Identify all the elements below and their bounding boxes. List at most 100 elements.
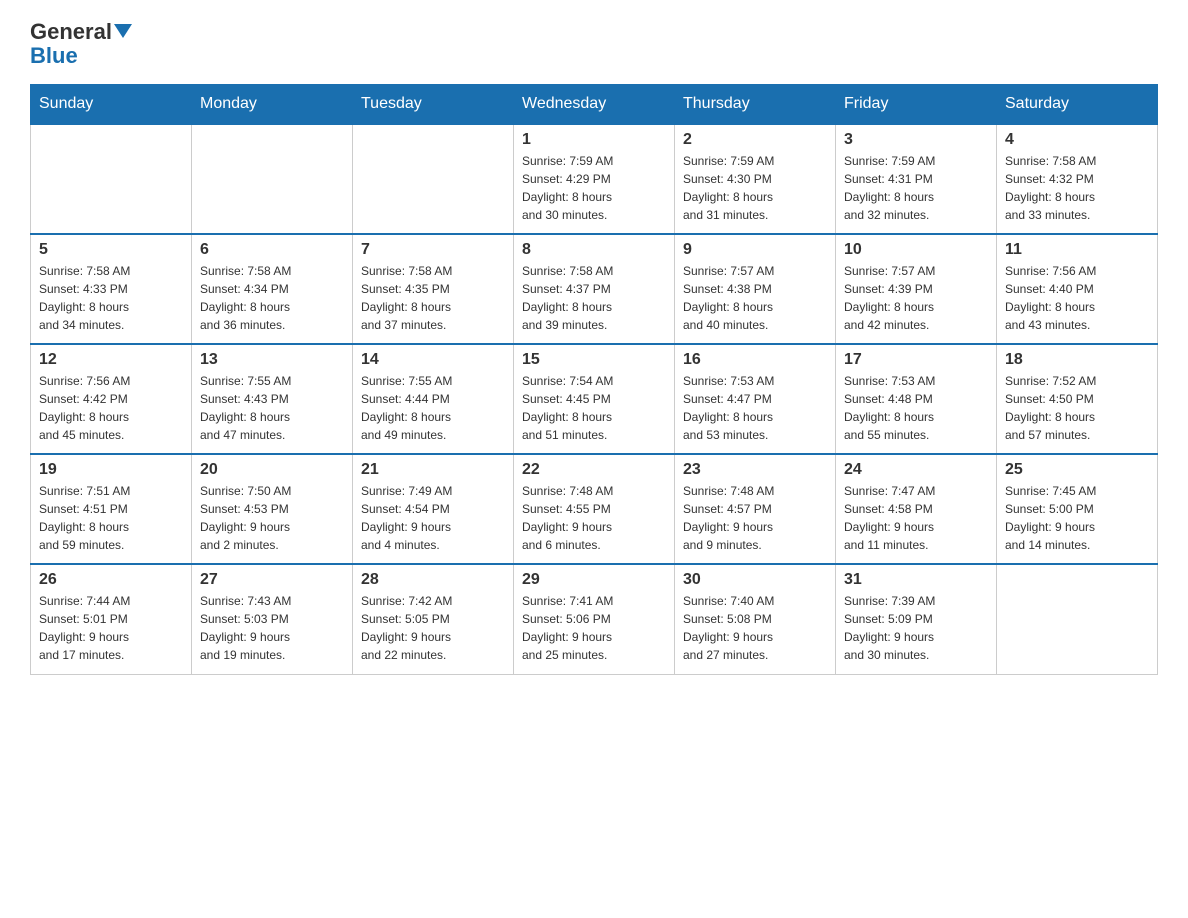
calendar-table: SundayMondayTuesdayWednesdayThursdayFrid… bbox=[30, 84, 1158, 675]
day-number: 20 bbox=[200, 461, 344, 479]
day-number: 21 bbox=[361, 461, 505, 479]
day-number: 22 bbox=[522, 461, 666, 479]
calendar-week-row: 5Sunrise: 7:58 AM Sunset: 4:33 PM Daylig… bbox=[31, 234, 1158, 344]
day-number: 24 bbox=[844, 461, 988, 479]
logo-text: GeneralBlue bbox=[30, 20, 132, 68]
column-header-tuesday: Tuesday bbox=[353, 85, 514, 125]
day-info: Sunrise: 7:48 AM Sunset: 4:55 PM Dayligh… bbox=[522, 482, 666, 554]
day-number: 6 bbox=[200, 241, 344, 259]
day-number: 31 bbox=[844, 571, 988, 589]
day-number: 25 bbox=[1005, 461, 1149, 479]
calendar-cell: 23 Sunrise: 7:48 AM Sunset: 4:57 PM Dayli… bbox=[675, 454, 836, 564]
calendar-cell: 7 Sunrise: 7:58 AM Sunset: 4:35 PM Daylig… bbox=[353, 234, 514, 344]
day-info: Sunrise: 7:58 AM Sunset: 4:34 PM Dayligh… bbox=[200, 262, 344, 334]
calendar-cell: 30 Sunrise: 7:40 AM Sunset: 5:08 PM Dayli… bbox=[675, 564, 836, 674]
day-number: 18 bbox=[1005, 351, 1149, 369]
calendar-cell: 16 Sunrise: 7:53 AM Sunset: 4:47 PM Dayli… bbox=[675, 344, 836, 454]
calendar-cell: 15 Sunrise: 7:54 AM Sunset: 4:45 PM Dayli… bbox=[514, 344, 675, 454]
day-info: Sunrise: 7:59 AM Sunset: 4:31 PM Dayligh… bbox=[844, 152, 988, 224]
calendar-cell: 26Sunrise: 7:44 AM Sunset: 5:01 PM Dayli… bbox=[31, 564, 192, 674]
calendar-cell: 5Sunrise: 7:58 AM Sunset: 4:33 PM Daylig… bbox=[31, 234, 192, 344]
day-info: Sunrise: 7:51 AM Sunset: 4:51 PM Dayligh… bbox=[39, 482, 183, 554]
calendar-cell: 18Sunrise: 7:52 AM Sunset: 4:50 PM Dayli… bbox=[997, 344, 1158, 454]
day-info: Sunrise: 7:54 AM Sunset: 4:45 PM Dayligh… bbox=[522, 372, 666, 444]
calendar-cell: 1 Sunrise: 7:59 AM Sunset: 4:29 PM Daylig… bbox=[514, 124, 675, 234]
calendar-week-row: 26Sunrise: 7:44 AM Sunset: 5:01 PM Dayli… bbox=[31, 564, 1158, 674]
calendar-cell: 31Sunrise: 7:39 AM Sunset: 5:09 PM Dayli… bbox=[836, 564, 997, 674]
calendar-cell: 28 Sunrise: 7:42 AM Sunset: 5:05 PM Dayli… bbox=[353, 564, 514, 674]
day-number: 27 bbox=[200, 571, 344, 589]
day-number: 2 bbox=[683, 131, 827, 149]
day-number: 19 bbox=[39, 461, 183, 479]
calendar-cell: 9 Sunrise: 7:57 AM Sunset: 4:38 PM Daylig… bbox=[675, 234, 836, 344]
calendar-cell: 6 Sunrise: 7:58 AM Sunset: 4:34 PM Daylig… bbox=[192, 234, 353, 344]
logo-triangle-icon bbox=[114, 24, 132, 38]
day-number: 8 bbox=[522, 241, 666, 259]
calendar-cell bbox=[997, 564, 1158, 674]
calendar-cell bbox=[192, 124, 353, 234]
calendar-cell: 13 Sunrise: 7:55 AM Sunset: 4:43 PM Dayli… bbox=[192, 344, 353, 454]
day-number: 15 bbox=[522, 351, 666, 369]
calendar-cell: 14 Sunrise: 7:55 AM Sunset: 4:44 PM Dayli… bbox=[353, 344, 514, 454]
calendar-cell: 8 Sunrise: 7:58 AM Sunset: 4:37 PM Daylig… bbox=[514, 234, 675, 344]
calendar-cell: 17 Sunrise: 7:53 AM Sunset: 4:48 PM Dayli… bbox=[836, 344, 997, 454]
day-number: 17 bbox=[844, 351, 988, 369]
calendar-cell: 11 Sunrise: 7:56 AM Sunset: 4:40 PM Dayli… bbox=[997, 234, 1158, 344]
day-info: Sunrise: 7:58 AM Sunset: 4:32 PM Dayligh… bbox=[1005, 152, 1149, 224]
day-number: 26 bbox=[39, 571, 183, 589]
day-info: Sunrise: 7:45 AM Sunset: 5:00 PM Dayligh… bbox=[1005, 482, 1149, 554]
calendar-cell: 21Sunrise: 7:49 AM Sunset: 4:54 PM Dayli… bbox=[353, 454, 514, 564]
column-header-saturday: Saturday bbox=[997, 85, 1158, 125]
column-header-thursday: Thursday bbox=[675, 85, 836, 125]
day-info: Sunrise: 7:57 AM Sunset: 4:38 PM Dayligh… bbox=[683, 262, 827, 334]
calendar-cell: 4Sunrise: 7:58 AM Sunset: 4:32 PM Daylig… bbox=[997, 124, 1158, 234]
day-number: 16 bbox=[683, 351, 827, 369]
calendar-cell: 29Sunrise: 7:41 AM Sunset: 5:06 PM Dayli… bbox=[514, 564, 675, 674]
calendar-cell: 10Sunrise: 7:57 AM Sunset: 4:39 PM Dayli… bbox=[836, 234, 997, 344]
calendar-cell: 24 Sunrise: 7:47 AM Sunset: 4:58 PM Dayli… bbox=[836, 454, 997, 564]
day-info: Sunrise: 7:42 AM Sunset: 5:05 PM Dayligh… bbox=[361, 592, 505, 664]
day-number: 13 bbox=[200, 351, 344, 369]
day-info: Sunrise: 7:47 AM Sunset: 4:58 PM Dayligh… bbox=[844, 482, 988, 554]
day-info: Sunrise: 7:58 AM Sunset: 4:37 PM Dayligh… bbox=[522, 262, 666, 334]
calendar-cell: 27Sunrise: 7:43 AM Sunset: 5:03 PM Dayli… bbox=[192, 564, 353, 674]
column-header-wednesday: Wednesday bbox=[514, 85, 675, 125]
calendar-week-row: 12Sunrise: 7:56 AM Sunset: 4:42 PM Dayli… bbox=[31, 344, 1158, 454]
day-number: 3 bbox=[844, 131, 988, 149]
calendar-cell bbox=[353, 124, 514, 234]
calendar-week-row: 19 Sunrise: 7:51 AM Sunset: 4:51 PM Dayli… bbox=[31, 454, 1158, 564]
day-info: Sunrise: 7:59 AM Sunset: 4:30 PM Dayligh… bbox=[683, 152, 827, 224]
day-info: Sunrise: 7:58 AM Sunset: 4:35 PM Dayligh… bbox=[361, 262, 505, 334]
calendar-cell: 25 Sunrise: 7:45 AM Sunset: 5:00 PM Dayli… bbox=[997, 454, 1158, 564]
day-info: Sunrise: 7:41 AM Sunset: 5:06 PM Dayligh… bbox=[522, 592, 666, 664]
calendar-cell: 22 Sunrise: 7:48 AM Sunset: 4:55 PM Dayli… bbox=[514, 454, 675, 564]
day-number: 1 bbox=[522, 131, 666, 149]
day-info: Sunrise: 7:50 AM Sunset: 4:53 PM Dayligh… bbox=[200, 482, 344, 554]
day-info: Sunrise: 7:59 AM Sunset: 4:29 PM Dayligh… bbox=[522, 152, 666, 224]
day-number: 9 bbox=[683, 241, 827, 259]
day-info: Sunrise: 7:53 AM Sunset: 4:47 PM Dayligh… bbox=[683, 372, 827, 444]
calendar-cell: 19 Sunrise: 7:51 AM Sunset: 4:51 PM Dayli… bbox=[31, 454, 192, 564]
day-info: Sunrise: 7:55 AM Sunset: 4:44 PM Dayligh… bbox=[361, 372, 505, 444]
day-number: 30 bbox=[683, 571, 827, 589]
column-header-monday: Monday bbox=[192, 85, 353, 125]
calendar-cell: 20 Sunrise: 7:50 AM Sunset: 4:53 PM Dayli… bbox=[192, 454, 353, 564]
day-number: 28 bbox=[361, 571, 505, 589]
calendar-cell: 12Sunrise: 7:56 AM Sunset: 4:42 PM Dayli… bbox=[31, 344, 192, 454]
column-header-friday: Friday bbox=[836, 85, 997, 125]
day-info: Sunrise: 7:48 AM Sunset: 4:57 PM Dayligh… bbox=[683, 482, 827, 554]
day-number: 14 bbox=[361, 351, 505, 369]
day-info: Sunrise: 7:40 AM Sunset: 5:08 PM Dayligh… bbox=[683, 592, 827, 664]
day-number: 11 bbox=[1005, 241, 1149, 259]
calendar-cell bbox=[31, 124, 192, 234]
calendar-header-row: SundayMondayTuesdayWednesdayThursdayFrid… bbox=[31, 85, 1158, 125]
calendar-cell: 3 Sunrise: 7:59 AM Sunset: 4:31 PM Daylig… bbox=[836, 124, 997, 234]
day-info: Sunrise: 7:56 AM Sunset: 4:40 PM Dayligh… bbox=[1005, 262, 1149, 334]
day-info: Sunrise: 7:55 AM Sunset: 4:43 PM Dayligh… bbox=[200, 372, 344, 444]
day-number: 7 bbox=[361, 241, 505, 259]
day-number: 23 bbox=[683, 461, 827, 479]
day-info: Sunrise: 7:58 AM Sunset: 4:33 PM Dayligh… bbox=[39, 262, 183, 334]
day-info: Sunrise: 7:53 AM Sunset: 4:48 PM Dayligh… bbox=[844, 372, 988, 444]
day-number: 12 bbox=[39, 351, 183, 369]
page-header: GeneralBlue bbox=[30, 20, 1158, 68]
